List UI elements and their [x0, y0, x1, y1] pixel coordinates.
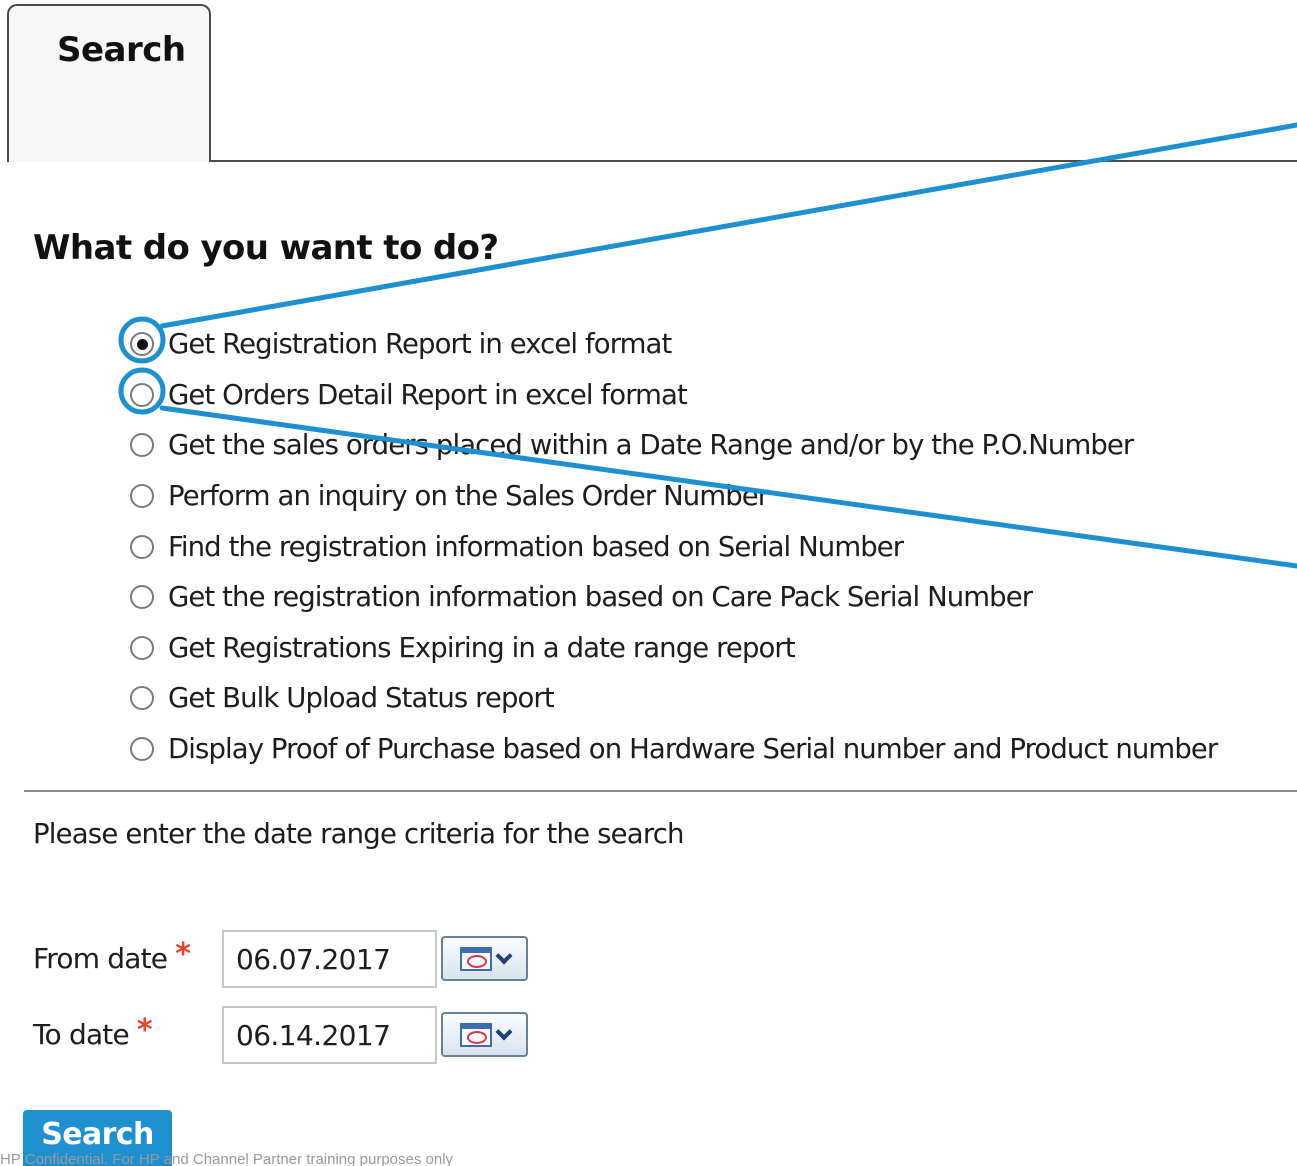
to-date-calendar-button[interactable]	[441, 1012, 528, 1057]
option-label: Perform an inquiry on the Sales Order Nu…	[168, 480, 769, 513]
radio-button[interactable]	[130, 585, 154, 610]
tab-bar-line	[211, 160, 1297, 162]
to-date-label-text: To date	[33, 1018, 130, 1051]
callout-line	[159, 122, 1297, 329]
section-divider	[24, 790, 1297, 792]
required-marker: *	[136, 1013, 153, 1048]
required-marker: *	[175, 937, 191, 972]
radio-button[interactable]	[130, 433, 154, 458]
calendar-icon	[459, 1022, 492, 1047]
date-range-instructions: Please enter the date range criteria for…	[33, 818, 685, 850]
radio-button[interactable]	[130, 484, 154, 509]
option-proof-of-purchase[interactable]: Display Proof of Purchase based on Hardw…	[130, 724, 1218, 775]
radio-button[interactable]	[130, 332, 154, 357]
option-sales-order-inquiry[interactable]: Perform an inquiry on the Sales Order Nu…	[130, 471, 1217, 522]
radio-button[interactable]	[130, 737, 154, 762]
option-orders-detail-report[interactable]: Get Orders Detail Report in excel format	[130, 370, 1217, 421]
from-date-calendar-button[interactable]	[441, 936, 528, 981]
report-options: Get Registration Report in excel format …	[130, 319, 1218, 775]
chevron-down-icon	[495, 947, 512, 964]
calendar-icon	[459, 946, 492, 971]
option-registration-report[interactable]: Get Registration Report in excel format	[130, 319, 1217, 370]
chevron-down-icon	[495, 1023, 512, 1040]
radio-button[interactable]	[130, 534, 154, 559]
to-date-input[interactable]	[222, 1006, 437, 1064]
option-registration-by-serial[interactable]: Find the registration information based …	[130, 521, 1217, 572]
option-bulk-upload-status[interactable]: Get Bulk Upload Status report	[130, 673, 1217, 724]
from-date-input[interactable]	[222, 930, 437, 988]
option-registration-by-care-pack[interactable]: Get the registration information based o…	[130, 572, 1217, 623]
footer-confidential-note: HP Confidential. For HP and Channel Part…	[0, 1151, 454, 1166]
option-label: Get Registration Report in excel format	[168, 328, 672, 361]
option-label: Get Bulk Upload Status report	[168, 682, 555, 715]
tab-search[interactable]: Search	[7, 4, 211, 162]
to-date-label: To date *	[33, 1013, 153, 1052]
radio-button[interactable]	[130, 382, 154, 407]
page-heading: What do you want to do?	[33, 228, 499, 268]
option-label: Get Registrations Expiring in a date ran…	[168, 631, 796, 664]
from-date-label: From date *	[33, 937, 191, 976]
search-page: Search What do you want to do? Get Regis…	[0, 0, 1297, 1166]
option-label: Get Orders Detail Report in excel format	[168, 378, 688, 411]
radio-button[interactable]	[130, 635, 154, 660]
tab-search-label: Search	[57, 30, 186, 70]
option-label: Find the registration information based …	[168, 530, 904, 563]
option-label: Get the registration information based o…	[168, 581, 1033, 614]
option-sales-orders-date-range[interactable]: Get the sales orders placed within a Dat…	[130, 420, 1217, 471]
option-label: Display Proof of Purchase based on Hardw…	[168, 733, 1218, 766]
option-expiring-registrations[interactable]: Get Registrations Expiring in a date ran…	[130, 623, 1217, 674]
radio-button[interactable]	[130, 686, 154, 711]
option-label: Get the sales orders placed within a Dat…	[168, 429, 1134, 462]
from-date-label-text: From date	[33, 942, 168, 975]
